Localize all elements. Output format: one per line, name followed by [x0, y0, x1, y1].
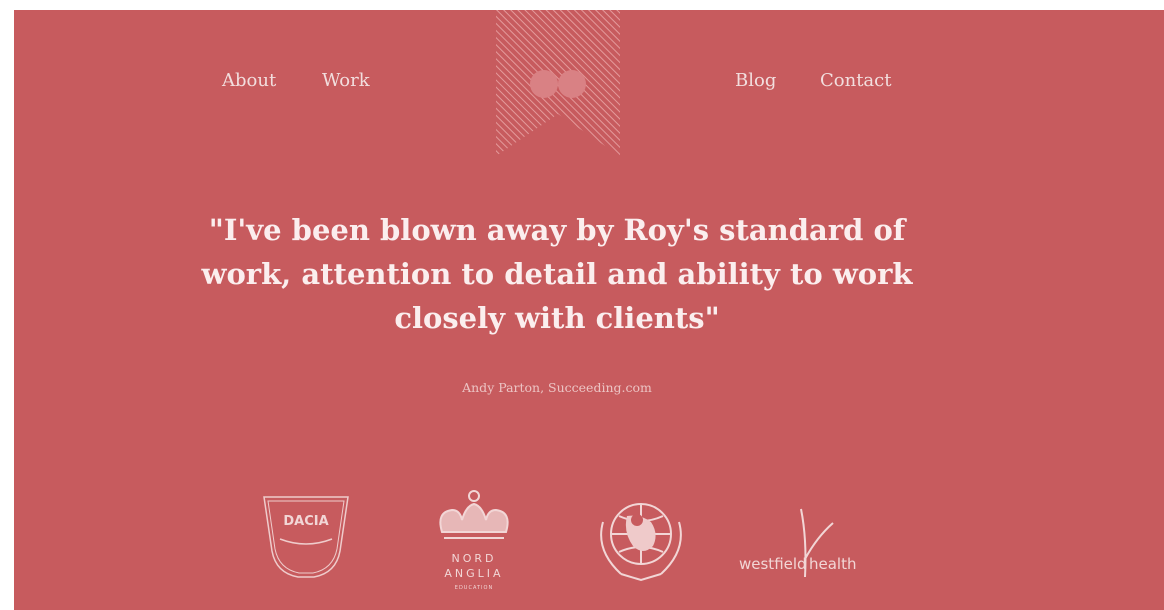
nav-link-work[interactable]: Work — [322, 70, 370, 91]
westfield-text: westfield — [739, 555, 807, 573]
crown-icon — [439, 490, 509, 539]
client-logo-nord-anglia: NORD ANGLIA EDUCATION — [432, 486, 516, 594]
page: About Work Blog Contact "I've been blown… — [14, 10, 1164, 610]
nord-anglia-text-nord: NORD — [452, 552, 497, 565]
nav-link-blog[interactable]: Blog — [735, 70, 776, 91]
dacia-logo-text: DACIA — [283, 514, 328, 529]
client-logo-dacia: DACIA — [260, 493, 352, 583]
client-logo-unicef — [593, 492, 689, 584]
testimonial-quote: "I've been blown away by Roy's standard … — [201, 213, 913, 335]
nord-anglia-text-anglia: ANGLIA — [444, 567, 503, 580]
nav-link-contact[interactable]: Contact — [820, 70, 891, 91]
unicef-emblem-icon — [600, 503, 682, 582]
nord-anglia-text-education: EDUCATION — [455, 585, 493, 591]
client-logo-westfield-health: westfield health — [737, 499, 887, 579]
striped-ribbon-bookmark-icon — [496, 10, 620, 156]
testimonial-author: Andy Parton, Succeeding.com — [462, 380, 652, 395]
health-text: health — [809, 555, 856, 573]
home-logo-ribbon[interactable] — [496, 10, 620, 156]
nav-link-about[interactable]: About — [222, 70, 276, 91]
